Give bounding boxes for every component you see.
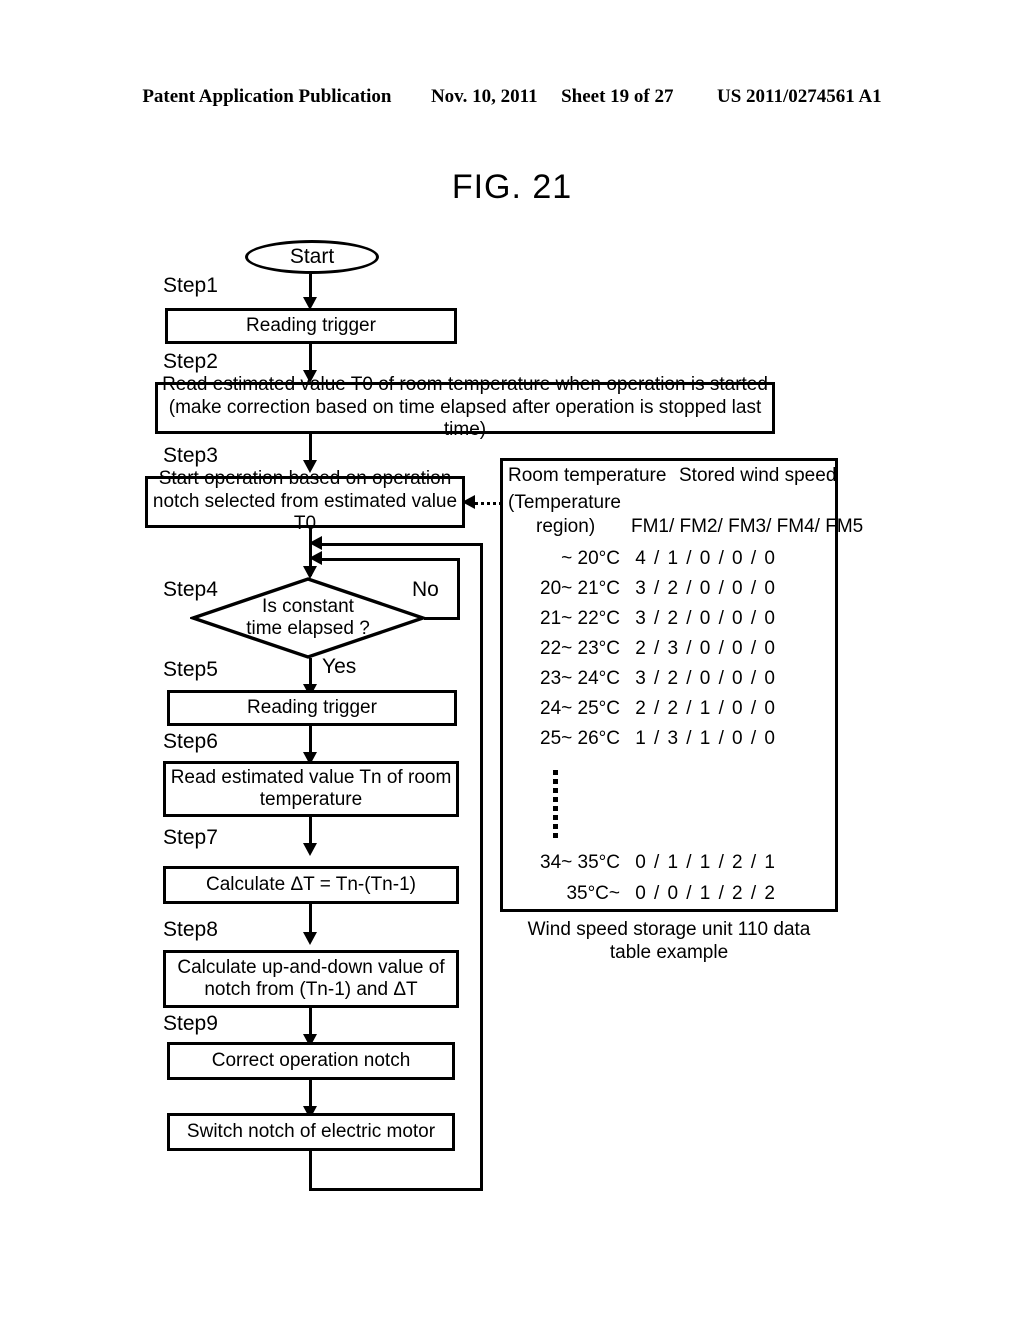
table-subtitle-line2: region) [536, 516, 595, 538]
step6-text: Read estimated value Tn of room temperat… [170, 767, 452, 812]
table-row-temperature-range: 24~ 25°C [512, 698, 620, 720]
table-title-room-temperature: Room temperature [508, 465, 666, 487]
table-row-values: 3/2/0/0/0 [634, 608, 776, 630]
step3-text: Start operation based on operation notch… [152, 468, 458, 535]
bottom-loop-return-horizontal [318, 543, 483, 546]
step9-text: Correct operation notch [174, 1050, 448, 1072]
table-row-values: 2/3/0/0/0 [634, 638, 776, 660]
table-column-headers: FM1/ FM2/ FM3/ FM4/ FM5 [631, 516, 863, 538]
table-row: 25~ 26°C 1/3/1/0/0 [512, 728, 776, 750]
step5-text: Reading trigger [174, 697, 450, 719]
step-label-1: Step1 [163, 274, 218, 298]
process-box-step6: Read estimated value Tn of room temperat… [163, 761, 459, 817]
arrowhead-step7-step8 [303, 932, 317, 945]
process-box-step2: Read estimated value T0 of room temperat… [155, 382, 775, 434]
table-row-temperature-range: 25~ 26°C [512, 728, 620, 750]
table-row-values: 3/2/0/0/0 [634, 668, 776, 690]
table-subtitle-line1: (Temperature [508, 492, 621, 514]
table-row: ~ 20°C 4/1/0/0/0 [512, 548, 776, 570]
table-ellipsis-icon [553, 770, 558, 842]
step1-text: Reading trigger [172, 315, 450, 337]
process-box-step3: Start operation based on operation notch… [145, 476, 465, 528]
step-label-5: Step5 [163, 658, 218, 682]
table-row-values: 4/1/0/0/0 [634, 548, 776, 570]
step4-text: Is constant time elapsed ? [190, 576, 426, 660]
patent-figure-page: Patent Application Publication Nov. 10, … [0, 0, 1024, 1320]
step-label-7: Step7 [163, 826, 218, 850]
step-label-8: Step8 [163, 918, 218, 942]
table-row-values: 0/0/1/2/2 [634, 883, 776, 905]
table-row-values: 0/1/1/2/1 [634, 852, 776, 874]
table-caption: Wind speed storage unit 110 data table e… [500, 918, 838, 964]
table-row-temperature-range: 20~ 21°C [512, 578, 620, 600]
header-publication: Patent Application Publication [142, 86, 391, 108]
bottom-loop-down [309, 1151, 312, 1191]
figure-title: FIG. 21 [0, 168, 1024, 207]
header-date: Nov. 10, 2011 [431, 86, 538, 108]
no-branch-vertical [457, 558, 460, 620]
table-row-values: 3/2/0/0/0 [634, 578, 776, 600]
start-terminator: Start [245, 240, 379, 274]
table-row: 35°C~ 0/0/1/2/2 [512, 883, 776, 905]
bottom-loop-up [480, 543, 483, 1191]
table-row-temperature-range: 35°C~ [512, 883, 620, 905]
table-title-stored-wind-speed: Stored wind speed [679, 465, 836, 487]
start-label: Start [290, 245, 334, 269]
table-row: 24~ 25°C 2/2/1/0/0 [512, 698, 776, 720]
final-step-text: Switch notch of electric motor [174, 1121, 448, 1143]
branch-label-yes: Yes [322, 655, 356, 679]
table-row-temperature-range: 21~ 22°C [512, 608, 620, 630]
step-label-2: Step2 [163, 350, 218, 374]
header-document-number: US 2011/0274561 A1 [717, 86, 882, 108]
table-row: 21~ 22°C 3/2/0/0/0 [512, 608, 776, 630]
process-box-step9: Correct operation notch [167, 1042, 455, 1080]
decision-diamond-step4: Is constant time elapsed ? [190, 576, 426, 660]
table-row: 34~ 35°C 0/1/1/2/1 [512, 852, 776, 874]
process-box-step7: Calculate ΔT = Tn-(Tn-1) [163, 866, 459, 904]
process-box-switch-notch: Switch notch of electric motor [167, 1113, 455, 1151]
step-label-3: Step3 [163, 444, 218, 468]
arrowhead-step6-step7 [303, 843, 317, 856]
table-row-temperature-range: ~ 20°C [512, 548, 620, 570]
no-branch-return-horizontal [318, 558, 460, 561]
table-row-temperature-range: 22~ 23°C [512, 638, 620, 660]
header-sheet: Sheet 19 of 27 [561, 86, 673, 108]
table-row-temperature-range: 23~ 24°C [512, 668, 620, 690]
table-row: 23~ 24°C 3/2/0/0/0 [512, 668, 776, 690]
arrowhead-table-to-step3 [462, 495, 475, 509]
step7-text: Calculate ΔT = Tn-(Tn-1) [170, 874, 452, 896]
step8-text: Calculate up-and-down value of notch fro… [170, 957, 452, 1002]
bottom-loop-horizontal [309, 1188, 483, 1191]
process-box-step5: Reading trigger [167, 690, 457, 726]
table-row-values: 1/3/1/0/0 [634, 728, 776, 750]
publication-header: Patent Application Publication Nov. 10, … [0, 86, 1024, 108]
process-box-step1: Reading trigger [165, 308, 457, 344]
table-row-temperature-range: 34~ 35°C [512, 852, 620, 874]
table-row-values: 2/2/1/0/0 [634, 698, 776, 720]
step-label-6: Step6 [163, 730, 218, 754]
no-branch-horizontal-out [424, 617, 460, 620]
step-label-9: Step9 [163, 1012, 218, 1036]
branch-label-no: No [412, 578, 439, 602]
table-row: 20~ 21°C 3/2/0/0/0 [512, 578, 776, 600]
process-box-step8: Calculate up-and-down value of notch fro… [163, 950, 459, 1008]
table-row: 22~ 23°C 2/3/0/0/0 [512, 638, 776, 660]
step2-text: Read estimated value T0 of room temperat… [162, 374, 768, 441]
